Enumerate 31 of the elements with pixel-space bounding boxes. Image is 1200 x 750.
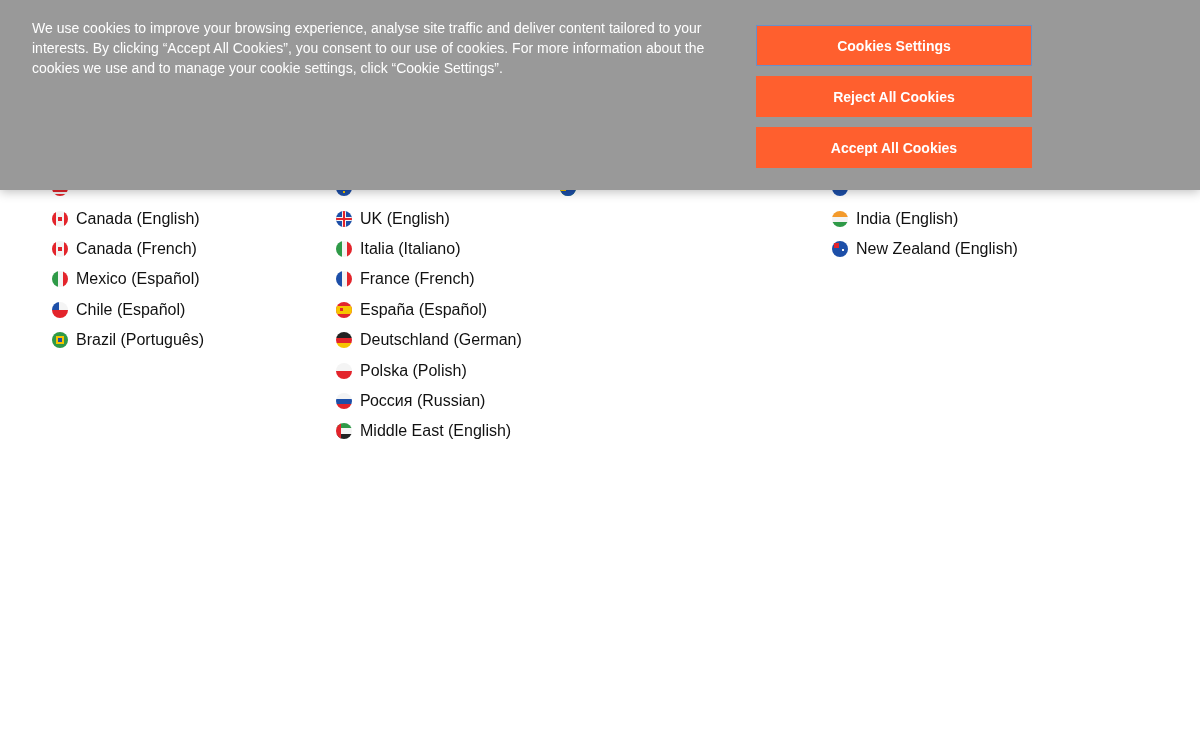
- region-link[interactable]: Chile (Español): [76, 300, 186, 319]
- flag-icon: [52, 240, 68, 257]
- region-link[interactable]: Polska (Polish): [360, 361, 467, 380]
- region-link[interactable]: Россия (Russian): [360, 391, 486, 410]
- flag-icon: [52, 301, 68, 318]
- flag-icon: [336, 301, 352, 318]
- region-link[interactable]: Canada (English): [76, 209, 200, 228]
- flag-icon: [336, 271, 352, 288]
- flag-icon: [832, 240, 848, 257]
- cookie-message: We use cookies to improve your browsing experience, analyse site traffic and deliver content tailored to your interests. By clicking “Accept All Cookies”, you consent to our use of cookies. For more information about the cookies we use and to manage your cookie settings, click “Cookie Settings”.: [32, 19, 706, 78]
- flag-icon: [336, 240, 352, 257]
- flag-icon: [52, 332, 68, 349]
- flag-icon: [336, 392, 352, 409]
- flag-icon: [832, 210, 848, 227]
- region-link[interactable]: Deutschland (German): [360, 331, 522, 350]
- region-link[interactable]: España (Español): [360, 300, 488, 319]
- region-link[interactable]: UK (English): [360, 209, 450, 228]
- flag-icon: [336, 332, 352, 349]
- region-link[interactable]: Mexico (Español): [76, 270, 200, 289]
- region-link[interactable]: Brazil (Português): [76, 331, 205, 350]
- flag-icon: [336, 362, 352, 379]
- flag-icon: [52, 271, 68, 288]
- flag-icon: [336, 423, 352, 440]
- region-link[interactable]: Middle East (English): [360, 422, 512, 441]
- region-link[interactable]: Italia (Italiano): [360, 239, 461, 258]
- region-link[interactable]: France (French): [360, 270, 475, 289]
- flag-icon: [336, 210, 352, 227]
- flag-icon: [52, 210, 68, 227]
- region-link[interactable]: New Zealand (English): [856, 239, 1018, 258]
- region-link[interactable]: India (English): [856, 209, 959, 228]
- region-link[interactable]: Canada (French): [76, 239, 197, 258]
